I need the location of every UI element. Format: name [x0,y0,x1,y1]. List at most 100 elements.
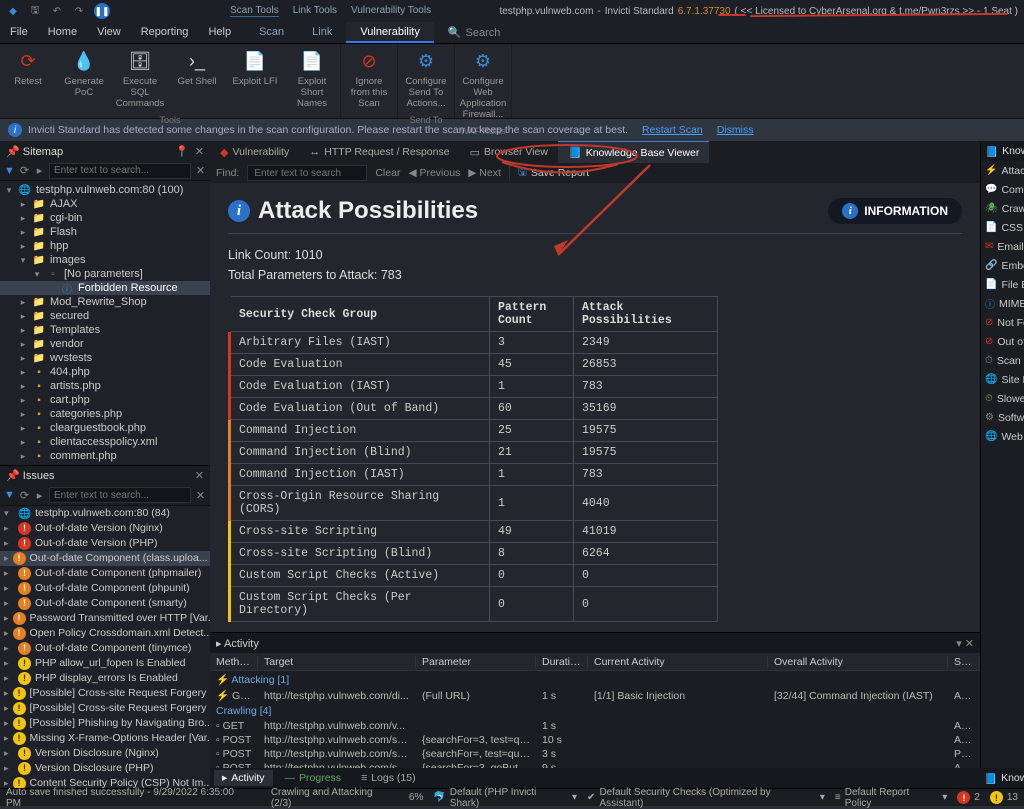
menu-file[interactable]: File [0,22,38,43]
find-clear[interactable]: Clear [375,167,400,179]
rail-item[interactable]: ⊘Out of S [981,332,1024,351]
rail-item[interactable]: ⚡Attack P [981,161,1024,180]
issue-item[interactable]: ▸!Version Disclosure (Nginx) [0,746,210,761]
ribbon-retest[interactable]: ⟳Retest [0,44,56,113]
ribbon-exec-sql[interactable]: 🗄Execute SQL Commands [112,44,168,113]
tree-item[interactable]: ▸📁cgi-bin [0,211,210,225]
tree-item[interactable]: ▸▪404.php [0,365,210,379]
tree-item[interactable]: ▾📁images [0,253,210,267]
tree-item[interactable]: ▸📁hpp [0,239,210,253]
issues-search-input[interactable] [49,487,191,503]
filter-icon[interactable]: ▼ [4,487,15,503]
activity-section-crawling[interactable]: Crawling [4] [210,703,980,719]
ribbon-generate-poc[interactable]: 💧Generate PoC [56,44,112,113]
tree-item[interactable]: ▸▪categories.php [0,407,210,421]
ribbon-get-shell[interactable]: ›_Get Shell [168,44,226,113]
rail-item[interactable]: ⚙Softwar [981,408,1024,427]
pin-icon[interactable]: 📍 [175,145,189,158]
menu-reporting[interactable]: Reporting [131,22,199,43]
sitemap-tree[interactable]: ▾🌐testphp.vulnweb.com:80 (100)▸📁AJAX▸📁cg… [0,181,210,465]
ribbon-exploit-lfi[interactable]: 📄Exploit LFI [226,44,284,113]
tree-item[interactable]: ▸▪cart.php [0,393,210,407]
tree-item[interactable]: ▸📁Flash [0,225,210,239]
tree-item[interactable]: ▸▪comment.php [0,449,210,463]
clear-icon[interactable]: ✕ [195,487,206,503]
tree-item[interactable]: ▸📁AJAX [0,197,210,211]
tab-logs[interactable]: ≡ Logs (15) [353,770,424,786]
restart-scan-link[interactable]: Restart Scan [642,124,703,136]
tree-item[interactable]: ▾▫[No parameters] [0,267,210,281]
issue-item[interactable]: ▸![Possible] Phishing by Navigating Bro.… [0,716,210,731]
issue-item[interactable]: ▸!Version Disclosure (PHP) [0,761,210,776]
undo-icon[interactable]: ↶ [50,4,64,18]
tree-item[interactable]: ▸▪clearguestbook.php [0,421,210,435]
issue-item[interactable]: ▸!PHP display_errors Is Enabled [0,671,210,686]
pause-icon[interactable]: ❚❚ [94,3,110,19]
refresh-icon[interactable]: ⟳ [19,163,30,179]
clear-icon[interactable]: ✕ [195,163,206,179]
ribbon-configure-waf[interactable]: ⚙Configure Web Application Firewall... [455,44,511,124]
ribbon-tab-scan[interactable]: Scan [245,22,298,43]
expand-icon[interactable]: ▸ [34,487,45,503]
activity-row[interactable]: ▫ POSThttp://testphp.vulnweb.com/se...{s… [210,761,980,768]
close-icon[interactable]: ✕ [195,469,204,482]
filter-icon[interactable]: ▼ [4,163,15,179]
find-next[interactable]: ▶ Next [468,167,501,179]
issue-item[interactable]: ▸!Out-of-date Component (phpmailer) [0,566,210,581]
status-checks[interactable]: ✔ Default Security Checks (Optimized by … [587,787,825,809]
top-tool-vuln[interactable]: Vulnerability Tools [351,5,431,17]
tree-item[interactable]: ▸📁secured [0,309,210,323]
activity-row[interactable]: ▫ POSThttp://testphp.vulnweb.com/se...{s… [210,733,980,747]
save-report-button[interactable]: 🖫Save Report [518,164,589,182]
ribbon-ignore-scan[interactable]: ⊘Ignore from this Scan [341,44,397,113]
rail-item[interactable]: 🕷Crawling [981,199,1024,218]
top-tool-scan[interactable]: Scan Tools [230,5,279,17]
find-prev[interactable]: ◀ Previous [408,167,460,179]
issues-root[interactable]: ▾🌐testphp.vulnweb.com:80 (84) [0,506,210,521]
rail-item[interactable]: 📄CSS File [981,218,1024,237]
ribbon-search[interactable]: 🔍Search [440,22,509,43]
top-tool-link[interactable]: Link Tools [293,5,337,17]
tree-item[interactable]: ▸📁vendor [0,337,210,351]
status-shark[interactable]: 🐬 Default (PHP Invicti Shark) ▾ [433,787,577,809]
pin-icon[interactable]: ▾ [956,638,962,650]
rail-item[interactable]: 📄File Exte [981,275,1024,294]
menu-view[interactable]: View [87,22,131,43]
rail-item[interactable]: ⏲Slowest [981,389,1024,408]
menu-home[interactable]: Home [38,22,87,43]
issue-item[interactable]: ▸!Out-of-date Component (tinymce) [0,641,210,656]
rail-item[interactable]: ⏱Scan Pe [981,351,1024,370]
activity-row[interactable]: ▫ POSThttp://testphp.vulnweb.com/se...{s… [210,747,980,761]
issue-item[interactable]: ▸!Missing X-Frame-Options Header [Var... [0,731,210,746]
ribbon-tab-vulnerability[interactable]: Vulnerability [346,22,434,43]
tab-vulnerability[interactable]: ◆Vulnerability [210,141,299,163]
issue-item[interactable]: ▸!PHP allow_url_fopen Is Enabled [0,656,210,671]
rail-item[interactable]: 🌐Site Prof [981,370,1024,389]
status-errors[interactable]: !2 [957,791,980,804]
tree-item[interactable]: ▸📁Templates [0,323,210,337]
rail-item[interactable]: ✉Email A [981,237,1024,256]
expand-icon[interactable]: ▸ [34,163,45,179]
status-warnings[interactable]: !13 [990,791,1018,804]
close-icon[interactable]: ✕ [195,145,204,158]
issue-item[interactable]: ▸![Possible] Cross-site Request Forgery … [0,686,210,701]
tab-activity[interactable]: ▸ Activity [214,770,273,786]
menu-help[interactable]: Help [198,22,241,43]
ribbon-exploit-shortnames[interactable]: 📄Exploit Short Names [284,44,340,113]
redo-icon[interactable]: ↷ [72,4,86,18]
rail-item[interactable]: 🔗Embedd [981,256,1024,275]
issue-item[interactable]: ▸!Password Transmitted over HTTP [Var... [0,611,210,626]
rail-item[interactable]: ⓘMIME T [981,294,1024,313]
activity-row[interactable]: ▫ GEThttp://testphp.vulnweb.com/v...1 sA… [210,719,980,733]
activity-row[interactable]: ⚡ GEThttp://testphp.vulnweb.com/di...(Fu… [210,688,980,703]
tree-item[interactable]: ▸▪artists.php [0,379,210,393]
tab-browser[interactable]: ▭Browser View [460,141,558,163]
rail-item[interactable]: 🌐Web Pa [981,427,1024,446]
rail-item[interactable]: ⊘Not Fou [981,313,1024,332]
ribbon-tab-link[interactable]: Link [298,22,346,43]
tree-item[interactable]: ▸▪clientaccesspolicy.xml [0,435,210,449]
save-icon[interactable]: 🖫 [28,4,42,18]
pin-icon[interactable]: 📌 [6,146,20,158]
issue-item[interactable]: ▸!Out-of-date Version (Nginx) [0,521,210,536]
tab-knowledge-base[interactable]: 📘Knowledge Base Viewer [558,141,709,163]
